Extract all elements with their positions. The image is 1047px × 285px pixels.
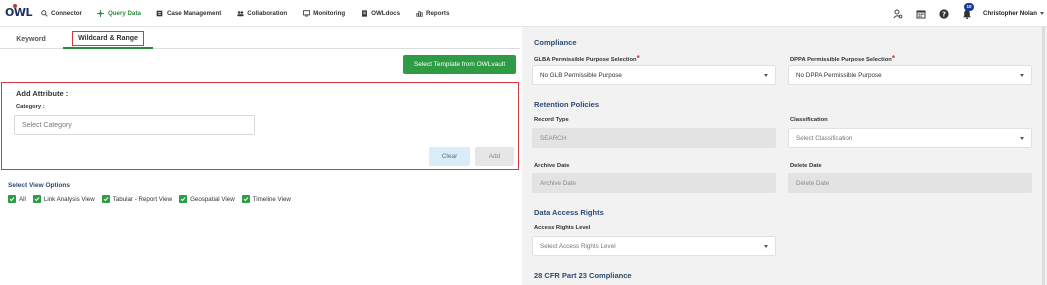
record-type-field: SEARCH	[532, 128, 776, 148]
glba-select[interactable]: No GLB Permissible Purpose	[532, 65, 776, 85]
dppa-label-text: DPPA Permissible Purpose Selection	[790, 57, 892, 63]
nav-reports-label: Reports	[426, 10, 450, 17]
search-icon	[40, 10, 48, 18]
nav-monitoring-label: Monitoring	[313, 10, 346, 17]
category-label: Category :	[16, 104, 45, 110]
checkbox-checked-icon[interactable]	[32, 195, 41, 203]
access-rights-level-label: Access Rights Level	[534, 225, 591, 231]
record-type-label: Record Type	[534, 117, 569, 123]
view-options-title: Select View Options	[8, 182, 71, 189]
logo-text: OWL	[5, 6, 33, 19]
document-icon	[360, 10, 368, 18]
view-option-label: Geospatial View	[190, 195, 235, 203]
nav-connector-label: Connector	[51, 10, 82, 17]
nav-owldocs[interactable]: OWLdocs	[353, 0, 408, 27]
access-rights-placeholder: Select Access Rights Level	[540, 242, 616, 250]
nav-connector[interactable]: Connector	[33, 0, 90, 27]
top-right-controls: ? 10 Christopher Nolan	[891, 0, 1047, 27]
view-option-geospatial[interactable]: Geospatial View	[179, 195, 235, 203]
help-icon[interactable]: ?	[937, 7, 951, 21]
chevron-down-icon	[764, 245, 768, 248]
tab-keyword[interactable]: Keyword	[6, 29, 56, 49]
select-template-button[interactable]: Select Template from OWLvault	[403, 55, 516, 74]
tab-wildcard-range[interactable]: Wildcard & Range	[63, 29, 153, 49]
nav-reports[interactable]: Reports	[408, 0, 457, 27]
retention-policies-title: Retention Policies	[534, 100, 600, 109]
view-option-label: Tabular - Report View	[112, 195, 173, 203]
nav-collaboration[interactable]: Collaboration	[229, 0, 295, 27]
calendar-icon[interactable]	[914, 7, 928, 21]
archive-date-field[interactable]: Archive Date	[532, 173, 776, 193]
clear-button[interactable]: Clear	[429, 147, 470, 166]
user-search-icon[interactable]	[891, 7, 905, 21]
classification-select[interactable]: Select Classification	[788, 128, 1032, 148]
tab-keyword-label: Keyword	[16, 35, 46, 43]
view-option-label: Link Analysis View	[43, 195, 95, 203]
compliance-title: Compliance	[534, 38, 577, 47]
chevron-down-icon	[1040, 12, 1044, 15]
checkbox-checked-icon[interactable]	[8, 195, 16, 203]
glba-label-text: GLBA Permissible Purpose Selection	[534, 57, 637, 63]
view-option-all[interactable]: All	[8, 195, 26, 203]
nav-collaboration-label: Collaboration	[247, 10, 288, 17]
access-rights-level-select[interactable]: Select Access Rights Level	[532, 236, 776, 256]
crosshair-icon	[97, 10, 105, 18]
glba-label: GLBA Permissible Purpose Selection*	[534, 54, 640, 63]
user-name: Christopher Nolan	[983, 10, 1037, 17]
nav-case-management[interactable]: Case Management	[149, 0, 229, 27]
query-builder-panel: Keyword Wildcard & Range Select Template…	[0, 27, 520, 285]
svg-text:?: ?	[942, 10, 946, 18]
cfr-compliance-title: 28 CFR Part 23 Compliance	[534, 271, 632, 280]
category-select[interactable]: Select Category	[14, 115, 255, 135]
right-panel-scrollbar[interactable]	[1042, 27, 1045, 285]
archive-date-label: Archive Date	[534, 163, 570, 169]
nav-case-management-label: Case Management	[166, 10, 222, 17]
chevron-down-icon	[764, 74, 768, 77]
dppa-select[interactable]: No DPPA Permissible Purpose	[788, 65, 1032, 85]
user-menu[interactable]: Christopher Nolan	[983, 10, 1044, 17]
query-tabs: Keyword Wildcard & Range	[0, 27, 520, 49]
dppa-value: No DPPA Permissible Purpose	[796, 71, 882, 79]
nav-monitoring[interactable]: Monitoring	[295, 0, 353, 27]
view-options-list: All Link Analysis View Tabular - Report …	[8, 195, 298, 203]
nav-query-data[interactable]: Query Data	[90, 0, 149, 27]
compliance-panel: Compliance GLBA Permissible Purpose Sele…	[522, 27, 1047, 285]
chart-icon	[415, 10, 423, 18]
owl-logo[interactable]: OWL	[4, 4, 33, 23]
notifications-bell-icon[interactable]: 10	[960, 2, 975, 21]
required-mark: *	[636, 54, 640, 63]
dppa-label: DPPA Permissible Purpose Selection*	[790, 54, 895, 63]
add-button[interactable]: Add	[475, 147, 514, 166]
nav-owldocs-label: OWLdocs	[371, 10, 401, 17]
data-access-rights-title: Data Access Rights	[534, 208, 604, 217]
view-option-link-analysis[interactable]: Link Analysis View	[32, 195, 95, 203]
add-attribute-title: Add Attribute :	[16, 89, 69, 98]
checkbox-checked-icon[interactable]	[241, 195, 250, 203]
folder-icon	[156, 10, 164, 18]
tab-wildcard-range-label: Wildcard & Range	[72, 30, 144, 46]
notification-badge: 10	[964, 2, 975, 11]
delete-date-label: Delete Date	[790, 163, 822, 169]
view-option-tabular-report[interactable]: Tabular - Report View	[101, 195, 173, 203]
classification-placeholder: Select Classification	[796, 134, 853, 142]
chevron-down-icon	[1020, 74, 1024, 77]
checkbox-checked-icon[interactable]	[179, 195, 188, 203]
required-mark: *	[891, 54, 895, 63]
users-icon	[236, 10, 244, 18]
top-navigation-bar: OWL Connector Query Data Case Management…	[0, 0, 1047, 27]
classification-label: Classification	[790, 117, 828, 123]
monitor-icon	[302, 10, 310, 18]
glba-value: No GLB Permissible Purpose	[540, 71, 622, 79]
view-option-label: Timeline View	[252, 195, 291, 203]
nav-query-data-label: Query Data	[107, 10, 141, 17]
view-option-label: All	[19, 195, 26, 203]
view-option-timeline[interactable]: Timeline View	[241, 195, 291, 203]
delete-date-field[interactable]: Delete Date	[788, 173, 1032, 193]
add-attribute-section: Add Attribute : Category : Select Catego…	[1, 82, 519, 170]
checkbox-checked-icon[interactable]	[101, 195, 110, 203]
main-nav: Connector Query Data Case Management Col…	[33, 0, 457, 27]
chevron-down-icon	[1020, 137, 1024, 140]
